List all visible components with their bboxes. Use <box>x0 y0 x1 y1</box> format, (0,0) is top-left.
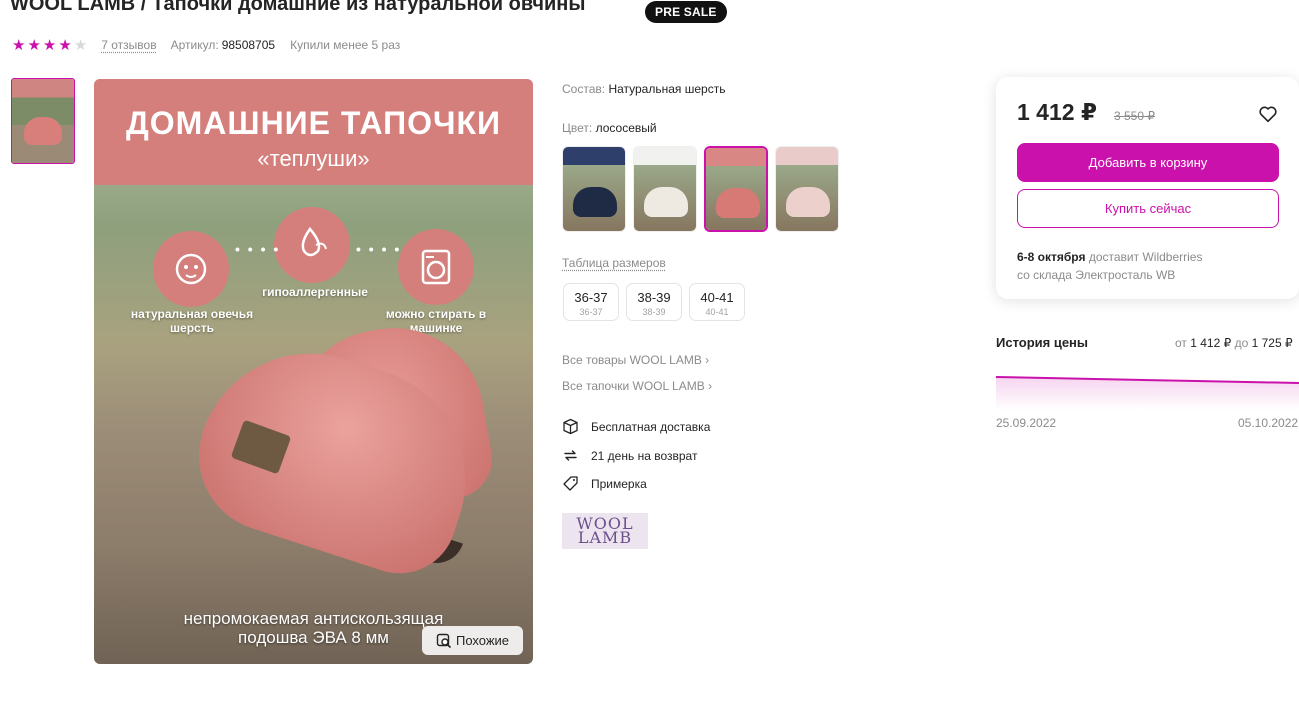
delivery-date: 6-8 октября <box>1017 250 1086 264</box>
warehouse: со склада Электросталь WB <box>1017 268 1176 282</box>
purchased-count: Купили менее 5 раз <box>290 38 401 52</box>
product-title: WOOL LAMB / Тапочки домашние из натураль… <box>10 0 586 15</box>
range-from: 1 412 ₽ <box>1190 336 1232 350</box>
star-icon: ★ <box>27 36 41 54</box>
dots-decoration: • • • • <box>235 241 281 257</box>
all-slippers-link[interactable]: Все тапочки WOOL LAMB › <box>562 379 712 393</box>
dots-decoration: • • • • <box>356 241 402 257</box>
tag-icon <box>563 476 578 491</box>
delivery-info: 6-8 октября доставит Wildberries со скла… <box>1017 248 1202 284</box>
star-icon: ★ <box>42 36 57 54</box>
sheep-icon <box>153 231 229 307</box>
presale-badge: PRE SALE <box>645 1 727 23</box>
box-icon <box>563 418 578 435</box>
range-from-label: от <box>1175 336 1187 350</box>
image-headline: ДОМАШНИЕ ТАПОЧКИ <box>125 105 502 141</box>
size-option[interactable]: 38-39 38-39 <box>626 283 682 321</box>
washing-machine-icon <box>398 229 474 305</box>
size-table-link[interactable]: Таблица размеров <box>562 256 666 270</box>
chevron-right-icon: › <box>705 353 710 367</box>
fitting-label: Примерка <box>591 476 647 491</box>
rating-stars[interactable]: ★ ★ ★ ★ ★ <box>12 38 87 53</box>
range-to: 1 725 ₽ <box>1251 336 1293 350</box>
brand-logo[interactable]: WOOL LAMB <box>562 513 648 549</box>
product-main-image[interactable]: ДОМАШНИЕ ТАПОЧКИ «теплуши» • • • • • • •… <box>94 79 533 664</box>
size-ru: 36-37 <box>579 307 603 317</box>
brand-logo-line2: LAMB <box>577 528 633 547</box>
delivery-by: доставит Wildberries <box>1088 250 1203 264</box>
image-banner: ДОМАШНИЕ ТАПОЧКИ «теплуши» <box>94 79 533 185</box>
size-value: 38-39 <box>637 290 671 305</box>
fitting-row: Примерка <box>562 475 647 492</box>
all-brand-link[interactable]: Все товары WOOL LAMB › <box>562 353 709 367</box>
size-ru: 40-41 <box>705 307 729 317</box>
article-label: Артикул: <box>170 38 219 52</box>
return-arrows-icon <box>564 450 577 461</box>
current-price: 1 412 ₽ <box>1017 99 1097 125</box>
old-price: 3 550 ₽ <box>1114 109 1155 123</box>
leaf-drop-icon <box>274 207 350 283</box>
price-history-title: История цены <box>996 335 1089 350</box>
buy-card: 1 412 ₽ 3 550 ₽ Добавить в корзину Купит… <box>996 77 1299 299</box>
buy-now-button[interactable]: Купить сейчас <box>1017 189 1279 228</box>
size-value: 40-41 <box>700 290 734 305</box>
product-meta: ★ ★ ★ ★ ★ 7 отзывов Артикул: 98508705 Ку… <box>12 36 400 54</box>
article-value[interactable]: 98508705 <box>222 38 275 52</box>
gallery-thumbnail[interactable] <box>11 78 75 164</box>
similar-button-label: Похожие <box>455 633 510 648</box>
price-history-start-date: 25.09.2022 <box>996 416 1057 430</box>
star-icon: ★ <box>58 36 72 54</box>
chevron-right-icon: › <box>708 379 713 393</box>
star-icon: ★ <box>12 36 26 54</box>
composition-label: Состав: <box>562 82 606 96</box>
price-history-end-date: 05.10.2022 <box>1238 416 1299 430</box>
all-brand-label: Все товары WOOL LAMB <box>562 353 702 367</box>
color-label: Цвет: <box>562 121 593 135</box>
free-delivery-row: Бесплатная доставка <box>562 418 710 435</box>
size-option[interactable]: 36-37 36-37 <box>563 283 619 321</box>
image-search-icon <box>436 633 452 648</box>
returns-row: 21 день на возврат <box>562 447 697 464</box>
size-value: 36-37 <box>574 290 608 305</box>
composition-row: Состав: Натуральная шерсть <box>562 82 725 96</box>
color-option-white[interactable] <box>633 146 697 232</box>
size-option[interactable]: 40-41 40-41 <box>689 283 745 321</box>
similar-button[interactable]: Похожие <box>422 626 523 655</box>
color-option-pink[interactable] <box>775 146 839 232</box>
color-row: Цвет: лососевый <box>562 121 657 135</box>
color-options <box>562 146 839 232</box>
feature-caption-wool: натуральная овечья шерсть <box>130 307 254 335</box>
price-history-range: от 1 412 ₽ до 1 725 ₽ <box>1175 336 1293 350</box>
free-delivery-label: Бесплатная доставка <box>591 419 711 434</box>
composition-value: Натуральная шерсть <box>608 82 726 96</box>
star-empty-icon: ★ <box>73 36 88 54</box>
color-value: лососевый <box>595 121 657 135</box>
all-slippers-label: Все тапочки WOOL LAMB <box>562 379 705 393</box>
range-to-label: до <box>1234 336 1249 350</box>
heart-icon[interactable] <box>1257 103 1279 125</box>
size-selector: 36-37 36-37 38-39 38-39 40-41 40-41 <box>563 283 745 321</box>
price-history-chart[interactable] <box>996 366 1299 410</box>
reviews-link[interactable]: 7 отзывов <box>101 38 156 52</box>
returns-label: 21 день на возврат <box>591 448 698 463</box>
image-subheadline: «теплуши» <box>257 146 370 171</box>
add-to-cart-button[interactable]: Добавить в корзину <box>1017 143 1279 182</box>
feature-caption-hypoallergenic: гипоаллергенные <box>262 285 368 299</box>
color-option-navy[interactable] <box>562 146 626 232</box>
size-ru: 38-39 <box>642 307 666 317</box>
color-option-salmon[interactable] <box>704 146 768 232</box>
